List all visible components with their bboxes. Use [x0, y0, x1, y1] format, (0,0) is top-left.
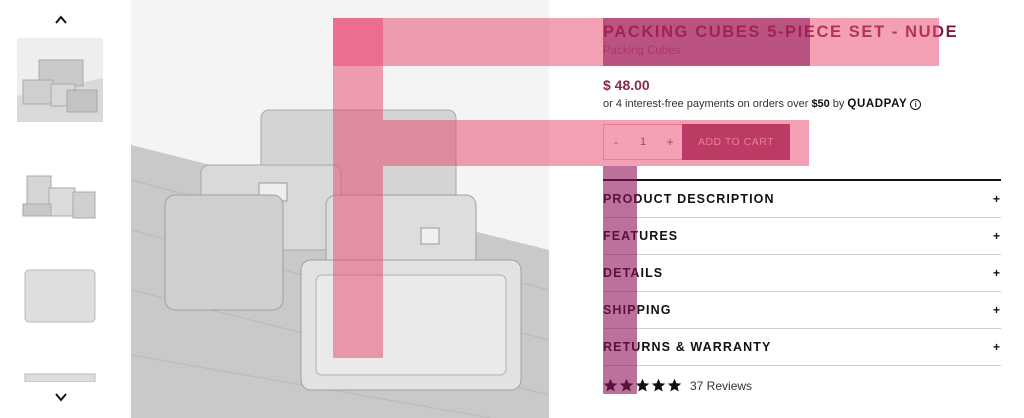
chevron-down-icon[interactable]: [50, 386, 72, 408]
star-icon: [635, 378, 650, 392]
quadpay-logo: QUADPAY: [847, 98, 908, 110]
star-icon: [651, 378, 666, 392]
star-rating[interactable]: [603, 378, 682, 393]
star-icon: [667, 378, 682, 392]
installment-by: by: [832, 98, 845, 110]
info-icon[interactable]: i: [910, 98, 922, 110]
star-icon: [619, 378, 634, 392]
quantity-increase-button[interactable]: +: [658, 125, 682, 159]
accordion-label: RETURNS & WARRANTY: [603, 340, 772, 354]
accordion-product-description[interactable]: PRODUCT DESCRIPTION +: [603, 181, 1001, 218]
reviews-link[interactable]: 37 Reviews: [690, 379, 752, 393]
product-category: Packing Cubes: [603, 45, 681, 57]
product-price: $ 48.00: [603, 77, 650, 93]
plus-icon: +: [992, 340, 1000, 354]
quantity-input[interactable]: [628, 125, 658, 159]
accordion-shipping[interactable]: SHIPPING +: [603, 292, 1001, 329]
add-to-cart-button[interactable]: ADD TO CART: [682, 124, 790, 160]
product-photo: [131, 0, 549, 418]
installment-message: or 4 interest-free payments on orders ov…: [603, 98, 922, 110]
accordion-label: FEATURES: [603, 229, 679, 243]
accordion-label: PRODUCT DESCRIPTION: [603, 192, 775, 206]
quantity-stepper: - +: [603, 124, 683, 160]
accordion-features[interactable]: FEATURES +: [603, 218, 1001, 255]
product-title: PACKING CUBES 5-PIECE SET - NUDE: [603, 23, 959, 41]
installment-threshold: $50: [811, 98, 830, 110]
quantity-decrease-button[interactable]: -: [604, 125, 628, 159]
thumbnail-rail: [0, 0, 120, 418]
accordion-details[interactable]: DETAILS +: [603, 255, 1001, 292]
plus-icon: +: [992, 266, 1000, 280]
star-icon: [603, 378, 618, 392]
accordion-label: DETAILS: [603, 266, 664, 280]
installment-text: or 4 interest-free payments on orders ov…: [603, 98, 809, 110]
chevron-up-icon[interactable]: [50, 9, 72, 31]
product-info-panel: PACKING CUBES 5-PIECE SET - NUDE Packing…: [603, 0, 1001, 418]
thumbnail-3[interactable]: [17, 244, 103, 328]
product-rating: 37 Reviews: [603, 378, 752, 393]
thumbnail-4[interactable]: [17, 370, 103, 382]
accordion-label: SHIPPING: [603, 303, 672, 317]
plus-icon: +: [992, 229, 1000, 243]
thumbnail-2[interactable]: [17, 140, 103, 224]
accordion-returns-warranty[interactable]: RETURNS & WARRANTY +: [603, 329, 1001, 366]
plus-icon: +: [992, 303, 1000, 317]
thumbnail-1[interactable]: [17, 38, 103, 122]
plus-icon: +: [992, 192, 1000, 206]
